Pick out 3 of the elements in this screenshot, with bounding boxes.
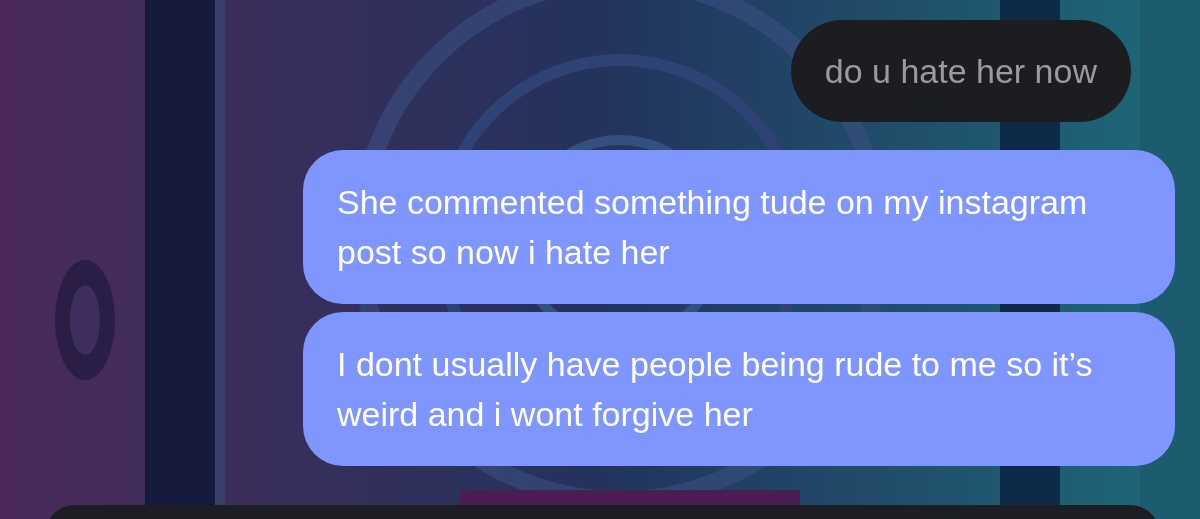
received-message-bubble: do u hate her now [790, 20, 1131, 122]
sent-message-bubble: She commented something tude on my instagram post so now i hate her [303, 150, 1175, 304]
sent-message-bubble: I dont usually have people being rude to me so it’s weird and i wont forgive her [303, 312, 1175, 466]
